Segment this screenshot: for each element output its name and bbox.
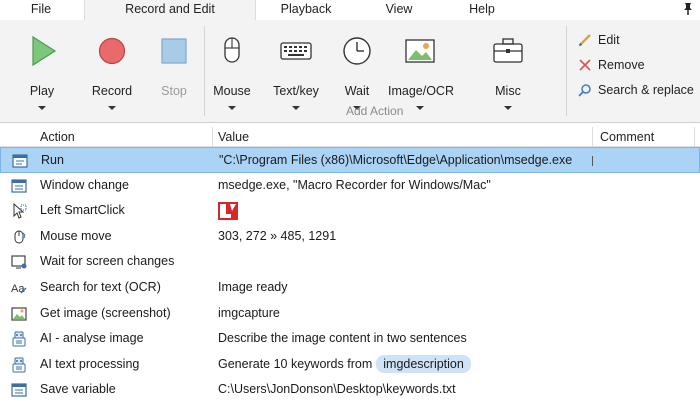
table-row[interactable]: Left SmartClick bbox=[0, 198, 700, 224]
tab-view[interactable]: View bbox=[374, 0, 424, 20]
ai-icon bbox=[12, 357, 26, 373]
table-row[interactable]: AI - analyse image Describe the image co… bbox=[0, 326, 700, 352]
table-row[interactable]: Wait for screen changes bbox=[0, 249, 700, 275]
table-row[interactable]: Window change msedge.exe, "Macro Recorde… bbox=[0, 173, 700, 199]
column-header-action[interactable]: Action bbox=[40, 127, 75, 147]
action-cell: AI text processing bbox=[40, 356, 140, 371]
misc-label: Misc bbox=[495, 84, 521, 98]
column-divider[interactable] bbox=[212, 127, 213, 147]
record-button[interactable]: Record bbox=[80, 34, 144, 120]
mouse-label: Mouse bbox=[213, 84, 251, 98]
wait-screen-icon bbox=[11, 255, 27, 269]
play-label: Play bbox=[29, 84, 55, 98]
value-cell: 303, 272 » 485, 1291 bbox=[218, 228, 337, 243]
ocr-icon: Aa bbox=[11, 283, 27, 295]
misc-button[interactable]: Misc bbox=[476, 34, 540, 120]
table-row[interactable]: Save variable C:\Users\JonDonson\Desktop… bbox=[0, 377, 700, 400]
ribbon-separator bbox=[566, 26, 567, 116]
table-row[interactable]: Mouse move 303, 272 » 485, 1291 bbox=[0, 224, 700, 250]
screenshot-icon bbox=[11, 307, 27, 321]
column-header-comment[interactable]: Comment bbox=[600, 127, 654, 147]
value-cell: C:\Users\JonDonson\Desktop\keywords.txt bbox=[218, 382, 456, 397]
action-cell: Search for text (OCR) bbox=[40, 280, 161, 294]
chevron-down-icon[interactable] bbox=[108, 106, 116, 110]
table-row[interactable]: Run "C:\Program Files (x86)\Microsoft\Ed… bbox=[0, 147, 700, 173]
svg-text:Aa: Aa bbox=[11, 283, 25, 295]
record-label: Record bbox=[91, 84, 133, 98]
search-icon bbox=[578, 84, 591, 97]
keyboard-icon bbox=[280, 42, 312, 60]
wait-label: Wait bbox=[344, 84, 370, 98]
action-list: Run "C:\Program Files (x86)\Microsoft\Ed… bbox=[0, 147, 700, 400]
chevron-down-icon[interactable] bbox=[228, 106, 236, 110]
ribbon-toolbar: Play Record Stop Mouse Text/key Wait Ima… bbox=[0, 20, 700, 123]
chevron-down-icon[interactable] bbox=[416, 106, 424, 110]
tab-record-and-edit[interactable]: Record and Edit bbox=[84, 0, 256, 20]
image-icon bbox=[405, 39, 435, 63]
action-cell: Save variable bbox=[40, 382, 116, 397]
stop-icon bbox=[161, 38, 187, 64]
tab-file[interactable]: File bbox=[18, 0, 64, 20]
action-cell: Get image (screenshot) bbox=[40, 305, 171, 320]
value-cell: Describe the image content in two senten… bbox=[218, 331, 467, 346]
text-key-button[interactable]: Text/key bbox=[264, 34, 328, 120]
column-header-value[interactable]: Value bbox=[218, 127, 249, 147]
chevron-down-icon[interactable] bbox=[504, 106, 512, 110]
action-cell: Window change bbox=[40, 177, 129, 192]
action-cell: Run bbox=[41, 153, 64, 167]
variable-chip[interactable]: imgdescription bbox=[376, 354, 471, 373]
action-cell: AI - analyse image bbox=[40, 331, 144, 346]
mouse-button[interactable]: Mouse bbox=[200, 34, 264, 120]
ai-icon bbox=[12, 331, 26, 347]
record-icon bbox=[98, 37, 126, 65]
clock-icon bbox=[343, 37, 371, 65]
table-row[interactable]: AI text processing Generate 10 keywords … bbox=[0, 352, 700, 378]
table-row[interactable]: Get image (screenshot) imgcapture bbox=[0, 301, 700, 327]
stop-label: Stop bbox=[161, 84, 187, 98]
action-cell: Mouse move bbox=[40, 228, 112, 243]
pin-icon[interactable] bbox=[682, 2, 694, 16]
text-cursor bbox=[592, 156, 593, 166]
value-cell: "C:\Program Files (x86)\Microsoft\Edge\A… bbox=[219, 153, 573, 167]
add-action-group-label: Add Action bbox=[346, 104, 404, 118]
mouse-move-icon bbox=[14, 230, 26, 244]
run-icon bbox=[12, 154, 28, 168]
table-row[interactable]: Aa Search for text (OCR) Image ready bbox=[0, 275, 700, 301]
app-logo-icon bbox=[218, 202, 238, 221]
value-text: Generate 10 keywords from bbox=[218, 356, 373, 371]
close-icon bbox=[579, 59, 591, 71]
text-key-label: Text/key bbox=[273, 84, 319, 98]
chevron-down-icon[interactable] bbox=[292, 106, 300, 110]
tab-help[interactable]: Help bbox=[460, 0, 504, 20]
search-replace-label: Search & replace bbox=[598, 83, 694, 97]
value-cell: msedge.exe, "Macro Recorder for Windows/… bbox=[218, 177, 491, 192]
save-variable-icon bbox=[11, 383, 27, 397]
value-cell: Generate 10 keywords from imgdescription bbox=[218, 352, 471, 377]
edit-label: Edit bbox=[598, 33, 620, 47]
toolbox-icon bbox=[493, 38, 523, 63]
menu-bar: File Record and Edit Playback View Help bbox=[0, 0, 700, 20]
action-cell: Wait for screen changes bbox=[40, 254, 175, 269]
mouse-icon bbox=[224, 37, 240, 63]
value-cell: imgcapture bbox=[218, 305, 280, 320]
remove-label: Remove bbox=[598, 58, 645, 72]
chevron-down-icon[interactable] bbox=[38, 106, 46, 110]
image-ocr-label: Image/OCR bbox=[388, 84, 454, 98]
action-cell: Left SmartClick bbox=[40, 203, 125, 218]
pencil-icon bbox=[579, 34, 591, 46]
table-header: Action Value Comment bbox=[0, 127, 700, 147]
column-divider[interactable] bbox=[694, 127, 695, 147]
value-cell: Image ready bbox=[218, 280, 288, 294]
column-divider[interactable] bbox=[592, 127, 593, 147]
stop-button[interactable]: Stop bbox=[142, 34, 206, 120]
play-button[interactable]: Play bbox=[10, 34, 74, 120]
play-icon bbox=[32, 35, 57, 67]
window-icon bbox=[11, 178, 27, 193]
smartclick-icon bbox=[13, 203, 27, 219]
tab-playback[interactable]: Playback bbox=[272, 0, 340, 20]
